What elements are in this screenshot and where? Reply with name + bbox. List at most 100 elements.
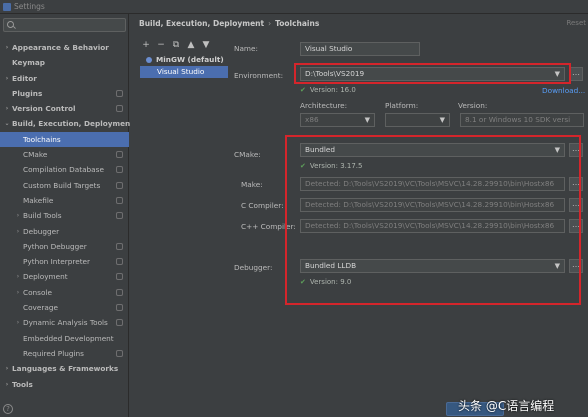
settings-sidebar: › Appearance & Behavior Keymap › Editor Plugi… [0,14,134,417]
move-down-button[interactable]: ▼ [202,39,210,51]
cmake-browse-button[interactable]: … [569,143,583,157]
sidebar-item-label: Version Control [12,104,76,114]
sidebar-item-label: Coverage [23,303,58,313]
cmake-version: ✔ Version: 3.17.5 [300,162,363,170]
chevron-right-icon[interactable]: › [14,224,22,239]
move-up-button[interactable]: ▲ [187,39,195,51]
sdk-version-dropdown[interactable]: 8.1 or Windows 10 SDK versi [460,113,584,127]
sidebar-item-makefile[interactable]: Makefile [0,193,129,208]
project-settings-icon [116,181,123,189]
sidebar-item-plugins[interactable]: Plugins [0,86,129,101]
environment-label: Environment: [234,71,284,80]
environment-browse-button[interactable]: … [569,67,583,81]
sidebar-item-debugger[interactable]: › Debugger [0,224,129,239]
debugger-label: Debugger: [234,263,273,272]
chevron-right-icon[interactable]: › [14,269,22,284]
sidebar-item-languages-frameworks[interactable]: › Languages & Frameworks [0,361,129,376]
sidebar-item-console[interactable]: › Console [0,285,129,300]
title-bar: Settings [0,0,588,14]
sidebar-item-label: Appearance & Behavior [12,43,109,52]
name-field[interactable]: Visual Studio [300,42,420,56]
sidebar-item-label: Makefile [23,195,54,205]
sidebar-item-label: Plugins [12,88,43,98]
chevron-right-icon[interactable]: › [3,71,11,86]
sidebar-item-label: Debugger [23,226,60,236]
sidebar-item-version-control[interactable]: › Version Control [0,101,129,116]
download-link[interactable]: Download... [542,86,585,95]
sidebar-item-label: Editor [12,73,37,83]
project-settings-icon [116,304,123,312]
chevron-right-icon[interactable]: › [3,361,11,376]
chevron-right-icon[interactable]: › [3,40,11,55]
sidebar-item-compilation-database[interactable]: Compilation Database [0,162,129,177]
architecture-label: Architecture: [300,101,348,110]
project-settings-icon [116,273,123,281]
sidebar-item-build-tools[interactable]: › Build Tools [0,208,129,223]
environment-dropdown[interactable]: D:\Tools\VS2019 ▼ [300,67,565,81]
chevron-right-icon[interactable]: › [14,285,22,300]
chevron-right-icon[interactable]: › [3,377,11,392]
cpp-compiler-label: C++ Compiler: [241,222,296,231]
c-compiler-label: C Compiler: [241,201,284,210]
sidebar-item-coverage[interactable]: Coverage [0,300,129,315]
sidebar-item-editor[interactable]: › Editor [0,71,129,86]
project-settings-icon [116,105,123,113]
make-browse-button[interactable]: … [569,177,583,191]
project-settings-icon [116,258,123,266]
chevron-right-icon[interactable]: › [14,315,22,330]
version-label: Version: [458,101,488,110]
sidebar-item-toolchains[interactable]: Toolchains [0,131,129,148]
sidebar-item-deployment[interactable]: › Deployment [0,269,129,284]
remove-toolchain-button[interactable]: − [157,39,165,51]
make-field[interactable]: Detected: D:\Tools\VS2019\VC\Tools\MSVC\… [300,177,565,191]
sidebar-item-build-execution-deployment[interactable]: ⌄ Build, Execution, Deployment [0,116,133,131]
toolchain-list: MinGW (default) Visual Studio [140,54,228,78]
copy-toolchain-button[interactable]: ⧉ [172,39,180,51]
settings-search-input[interactable] [3,18,126,32]
toolchain-item-visual-studio[interactable]: Visual Studio [140,66,228,78]
chevron-right-icon[interactable]: › [14,208,22,223]
sidebar-item-label: Custom Build Targets [23,180,101,190]
chevron-right-icon[interactable]: › [3,101,11,116]
sidebar-item-keymap[interactable]: Keymap [0,55,129,70]
c-compiler-browse-button[interactable]: … [569,198,583,212]
sidebar-item-python-debugger[interactable]: Python Debugger [0,239,129,254]
project-settings-icon [116,196,123,204]
sidebar-item-label: Compilation Database [23,165,104,175]
sidebar-item-required-plugins[interactable]: Required Plugins [0,346,129,361]
help-icon[interactable]: ? [3,404,13,414]
sidebar-item-dynamic-analysis-tools[interactable]: › Dynamic Analysis Tools [0,315,129,330]
environment-version: ✔ Version: 16.0 [300,86,356,94]
sidebar-item-tools[interactable]: › Tools [0,377,129,392]
settings-tree: › Appearance & Behavior Keymap › Editor Plugi… [0,40,134,392]
cpp-compiler-field[interactable]: Detected: D:\Tools\VS2019\VC\Tools\MSVC\… [300,219,565,233]
main-panel: Build, Execution, Deployment › Toolchains … [130,14,588,417]
cmake-dropdown[interactable]: Bundled ▼ [300,143,565,157]
platform-dropdown[interactable]: ▼ [385,113,450,127]
chevron-down-icon: ▼ [364,116,370,124]
architecture-dropdown[interactable]: x86 ▼ [300,113,375,127]
environment-value: D:\Tools\VS2019 [305,69,365,78]
debugger-browse-button[interactable]: … [569,259,583,273]
toolchain-toolbar: + − ⧉ ▲ ▼ [142,39,210,51]
add-toolchain-button[interactable]: + [142,39,150,51]
breadcrumb: Build, Execution, Deployment › Toolchains [139,19,319,28]
c-compiler-field[interactable]: Detected: D:\Tools\VS2019\VC\Tools\MSVC\… [300,198,565,212]
toolchain-item-mingw[interactable]: MinGW (default) [140,54,228,66]
project-settings-icon [116,288,123,296]
sidebar-item-label: Deployment [23,272,68,282]
chevron-down-icon[interactable]: ⌄ [3,116,11,131]
project-settings-icon [116,89,123,97]
reset-link[interactable]: Reset [566,19,586,27]
debugger-dropdown[interactable]: Bundled LLDB ▼ [300,259,565,273]
sidebar-item-python-interpreter[interactable]: Python Interpreter [0,254,129,269]
sidebar-item-label: Required Plugins [23,348,84,358]
sidebar-item-custom-build-targets[interactable]: Custom Build Targets [0,178,129,193]
sidebar-item-label: Build Tools [23,211,62,221]
sidebar-item-cmake[interactable]: CMake [0,147,129,162]
sidebar-item-embedded-development[interactable]: Embedded Development [0,331,129,346]
sidebar-item-label: Tools [12,379,33,389]
sidebar-item-label: Python Debugger [23,241,87,251]
cpp-compiler-browse-button[interactable]: … [569,219,583,233]
sidebar-item-appearance-behavior[interactable]: › Appearance & Behavior [0,40,129,55]
